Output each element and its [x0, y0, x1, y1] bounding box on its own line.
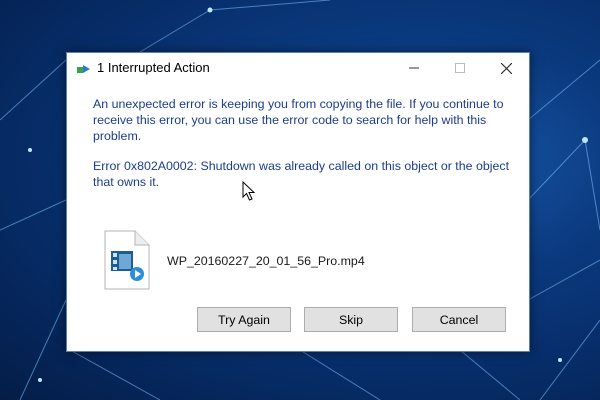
maximize-button	[437, 53, 483, 83]
error-dialog: 1 Interrupted Action An unexpected error…	[66, 52, 530, 352]
try-again-button[interactable]: Try Again	[197, 307, 291, 332]
error-message: An unexpected error is keeping you from …	[93, 97, 504, 143]
maximize-icon	[455, 63, 465, 73]
title-bar[interactable]: 1 Interrupted Action	[67, 53, 529, 83]
video-file-icon	[103, 230, 151, 290]
minimize-icon	[409, 67, 419, 69]
dialog-title: 1 Interrupted Action	[97, 60, 210, 75]
close-icon	[500, 62, 512, 74]
file-name: WP_20160227_20_01_56_Pro.mp4	[167, 254, 365, 268]
copy-interrupted-icon	[77, 62, 91, 74]
mouse-cursor-icon	[242, 180, 256, 202]
error-code-text: Error 0x802A0002: Shutdown was already c…	[93, 159, 510, 189]
skip-button[interactable]: Skip	[304, 307, 398, 332]
minimize-button[interactable]	[391, 53, 437, 83]
close-button[interactable]	[483, 53, 529, 83]
cancel-button[interactable]: Cancel	[412, 307, 506, 332]
